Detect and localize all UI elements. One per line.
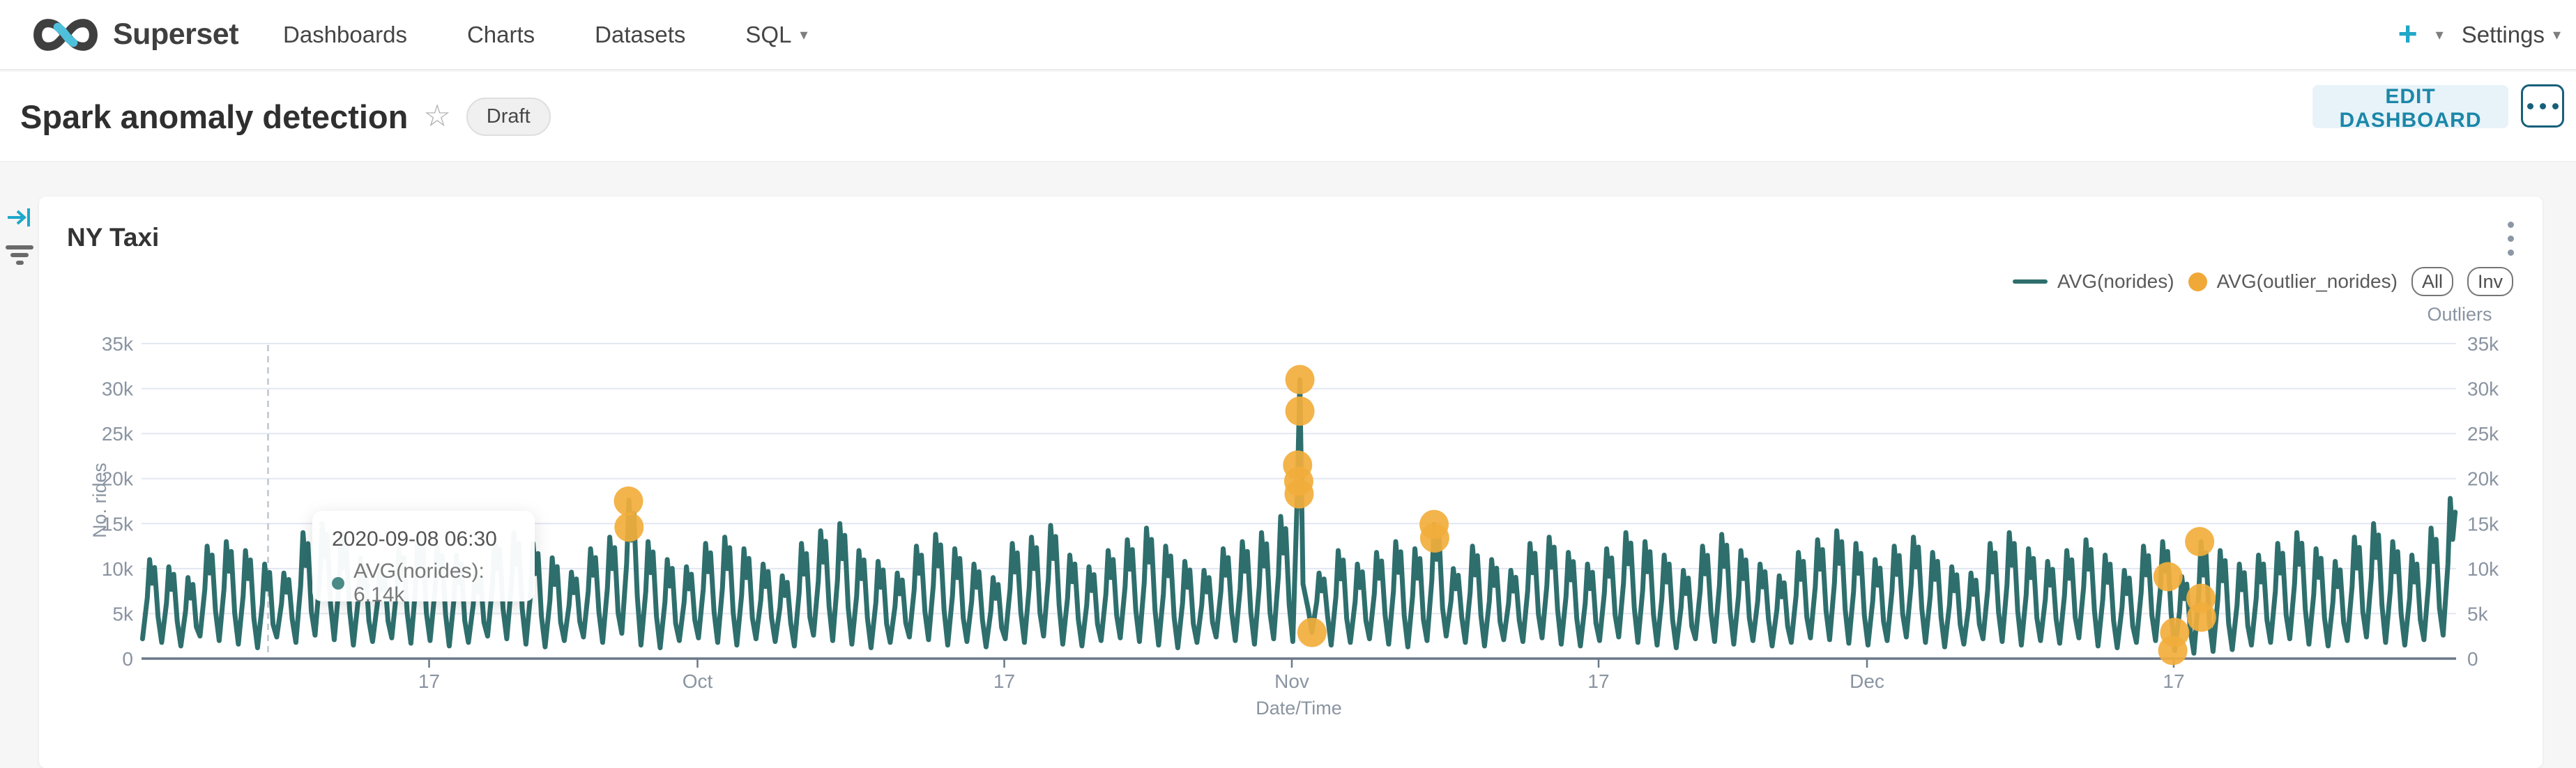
filter-icon [5, 244, 34, 268]
ellipsis-dot [2552, 103, 2559, 109]
nav-menu: Dashboards Charts Datasets SQL▾ [283, 22, 807, 48]
superset-logo[interactable]: Superset [26, 14, 238, 56]
legend-item-norides[interactable]: AVG(norides) [2013, 270, 2174, 293]
legend-item-outlier-norides[interactable]: AVG(outlier_norides) [2188, 270, 2398, 293]
tooltip-series-row: AVG(norides): 6.14k [332, 560, 515, 607]
new-item-button[interactable]: + [2398, 18, 2418, 52]
filter-button[interactable] [5, 244, 34, 271]
kebab-dot [2508, 249, 2514, 256]
nav-item-dashboards[interactable]: Dashboards [283, 22, 407, 48]
legend-inv-button[interactable]: Inv [2467, 267, 2513, 296]
dashboard-header: Spark anomaly detection ☆ Draft EDIT DAS… [0, 72, 2576, 162]
nav-item-charts[interactable]: Charts [467, 22, 535, 48]
tooltip-value: AVG(norides): 6.14k [353, 560, 515, 607]
kebab-dot [2508, 222, 2514, 228]
nav-item-datasets[interactable]: Datasets [595, 22, 685, 48]
chart-title: NY Taxi [67, 223, 159, 252]
nav-item-sql[interactable]: SQL▾ [745, 22, 807, 48]
top-navbar: Superset Dashboards Charts Datasets SQL▾… [0, 0, 2576, 70]
chevron-down-icon[interactable]: ▾ [2436, 26, 2444, 44]
chart-legend: AVG(norides) AVG(outlier_norides) All In… [2013, 267, 2513, 296]
favorite-star-icon[interactable]: ☆ [423, 101, 450, 132]
chart-tooltip: 2020-09-08 06:30 AVG(norides): 6.14k [312, 511, 535, 601]
edit-dashboard-button[interactable]: EDIT DASHBOARD [2312, 85, 2508, 128]
chevron-down-icon: ▾ [2553, 26, 2561, 44]
chevron-down-icon: ▾ [800, 26, 807, 44]
settings-menu[interactable]: Settings▾ [2462, 22, 2561, 48]
expand-filter-bar-button[interactable] [6, 205, 33, 233]
series-marker-icon [332, 577, 344, 590]
tooltip-date: 2020-09-08 06:30 [332, 528, 515, 551]
page-title: Spark anomaly detection [20, 98, 408, 136]
nav-right: + ▾ Settings▾ [2398, 18, 2561, 52]
status-badge: Draft [466, 98, 551, 136]
chart-options-kebab-icon[interactable] [2505, 219, 2517, 259]
kebab-dot [2508, 236, 2514, 242]
legend-all-button[interactable]: All [2411, 267, 2453, 296]
arrow-right-to-bar-icon [6, 205, 33, 230]
more-actions-button[interactable] [2521, 84, 2564, 128]
brand-name: Superset [113, 17, 238, 52]
circle-swatch-icon [2188, 272, 2207, 291]
ellipsis-dot [2540, 103, 2546, 109]
line-swatch-icon [2013, 279, 2048, 284]
infinity-logo-icon [26, 14, 105, 56]
ellipsis-dot [2527, 103, 2533, 109]
